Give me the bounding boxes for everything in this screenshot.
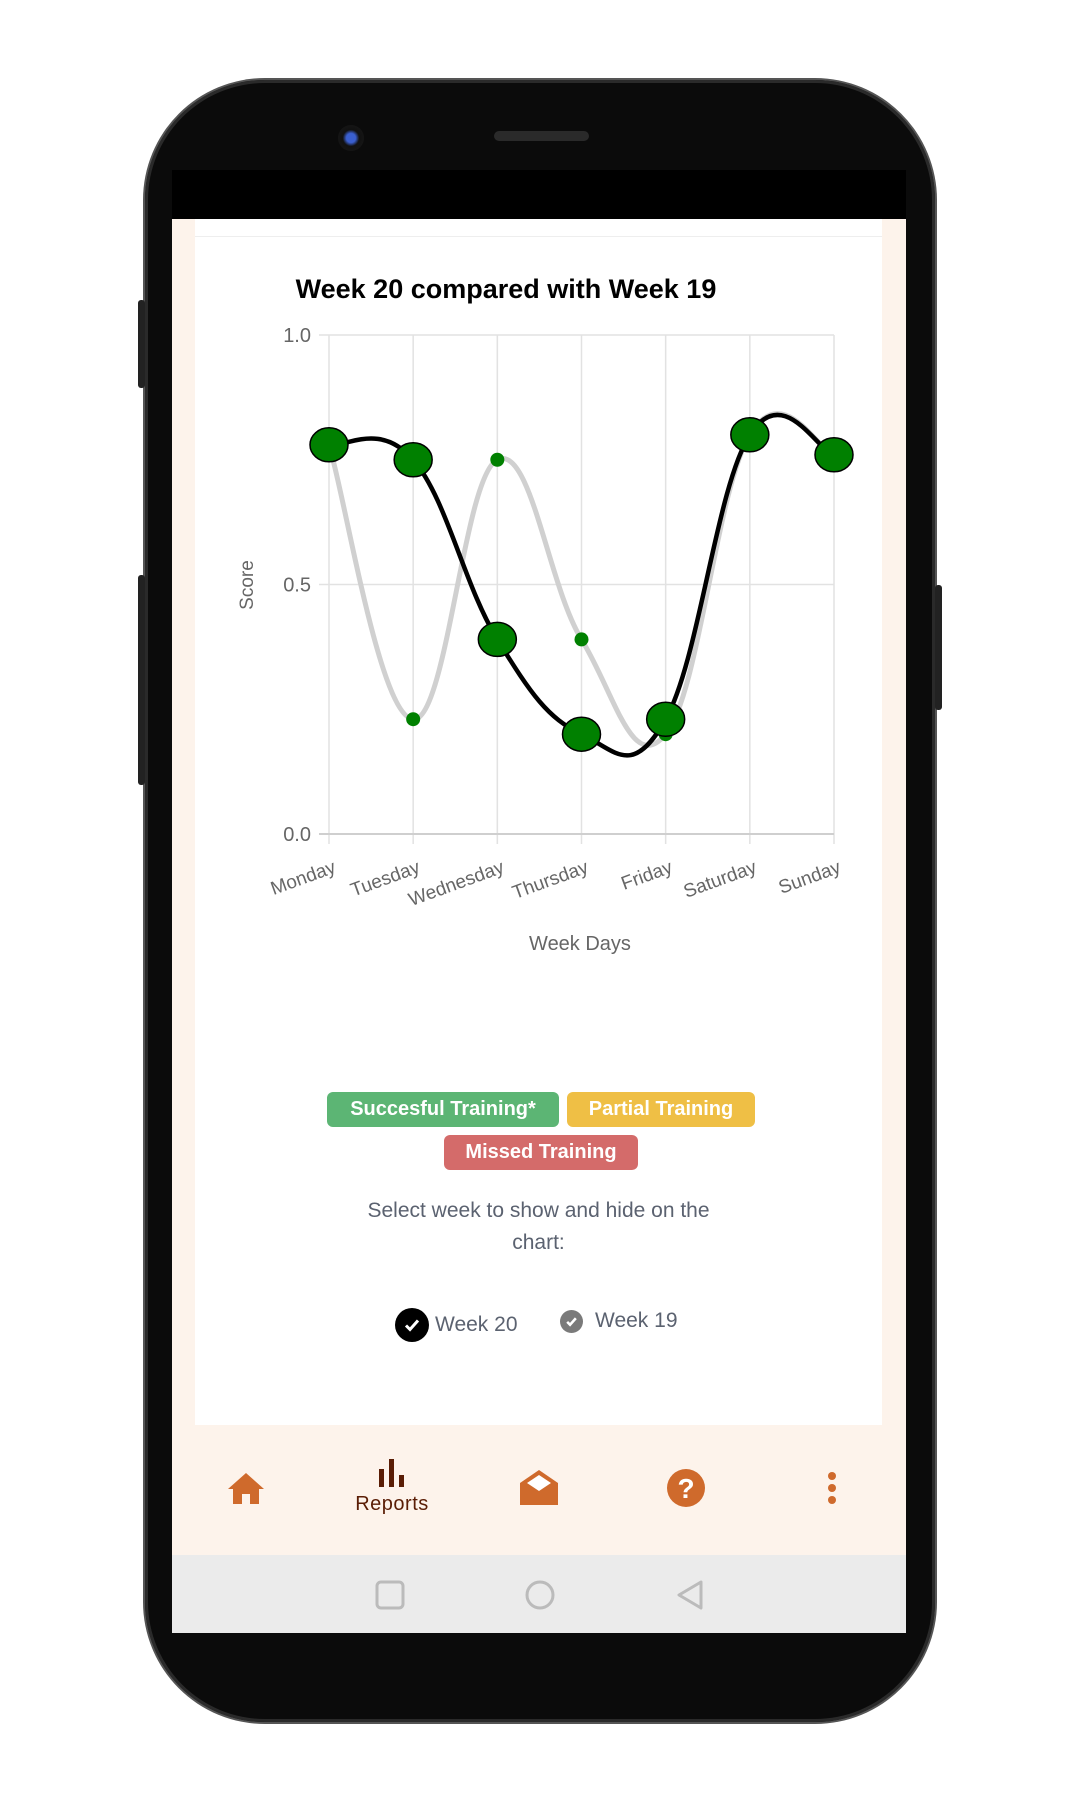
data-point-week-19 [490,452,505,467]
bar-chart-icon [379,1459,404,1487]
nav-messages[interactable] [489,1425,589,1550]
volume-button [138,300,145,388]
badge-missed-training: Missed Training [444,1135,638,1170]
hint-text: Select week to show and hide on the char… [195,1195,882,1259]
system-nav-bar [172,1555,906,1633]
data-point-week-19 [574,632,589,647]
x-tick-label: Friday [619,857,676,895]
x-tick-label: Sunday [776,857,844,899]
data-point-week-20 [309,427,349,463]
status-bar [172,170,906,219]
help-circle-icon: ? [667,1468,705,1507]
x-tick-label: Thursday [510,857,592,904]
screen: Week 20 compared with Week 19 Monday Tues… [172,170,906,1633]
data-point-week-19 [406,712,421,727]
hint-line: Select week to show and hide on the [367,1199,710,1222]
data-point-week-20 [814,437,854,473]
check-circle-icon[interactable] [395,1308,429,1342]
x-tick-label: Monday [268,857,339,900]
y-tick-label: 0.0 [283,824,311,846]
report-card: Week 20 compared with Week 19 Monday Tues… [195,219,882,1425]
recents-icon[interactable] [375,1580,405,1610]
nav-more[interactable] [782,1425,882,1550]
data-point-week-20 [730,417,770,453]
bottom-nav: Reports ? [172,1425,906,1550]
check-circle-icon[interactable] [560,1310,583,1333]
y-tick-label: 1.0 [283,325,311,347]
hint-line: chart: [512,1231,565,1254]
nav-home[interactable] [196,1425,296,1550]
home-circle-icon[interactable] [524,1579,556,1611]
chart-title: Week 20 compared with Week 19 [296,274,717,304]
speaker [494,131,589,141]
y-tick-label: 0.5 [283,575,311,597]
envelope-open-icon [520,1469,558,1505]
badge-label: Missed Training [465,1141,617,1163]
toggle-label: Week 20 [435,1313,518,1336]
nav-label: Reports [355,1493,429,1515]
x-axis-label: Week Days [529,933,631,955]
badge-label: Partial Training [588,1098,734,1120]
y-axis-label: Score [237,560,258,610]
side-button [138,575,145,785]
power-button [935,585,942,710]
toggle-week-20[interactable]: Week 20 [395,1308,518,1342]
x-tick-label: Wednesday [406,857,508,911]
more-vertical-icon [828,1471,836,1504]
camera [338,125,364,151]
home-icon [228,1472,264,1504]
data-point-week-20 [477,621,518,658]
back-icon[interactable] [675,1579,705,1611]
nav-reports[interactable]: Reports [342,1425,442,1550]
toggle-label: Week 19 [595,1308,678,1332]
data-point-week-20 [393,442,433,478]
toggle-week-19[interactable]: Week 19 [560,1308,678,1333]
line-chart: Week 20 compared with Week 19 Monday Tues… [237,274,854,955]
badge-label: Succesful Training* [350,1098,536,1120]
x-tick-label: Saturday [681,857,760,903]
nav-help[interactable]: ? [636,1425,736,1550]
svg-text:?: ? [677,1473,694,1504]
badge-successful-training: Succesful Training* [327,1092,559,1127]
data-point-week-20 [645,701,686,737]
badge-partial-training: Partial Training [567,1092,755,1127]
data-point-week-20 [561,716,602,752]
